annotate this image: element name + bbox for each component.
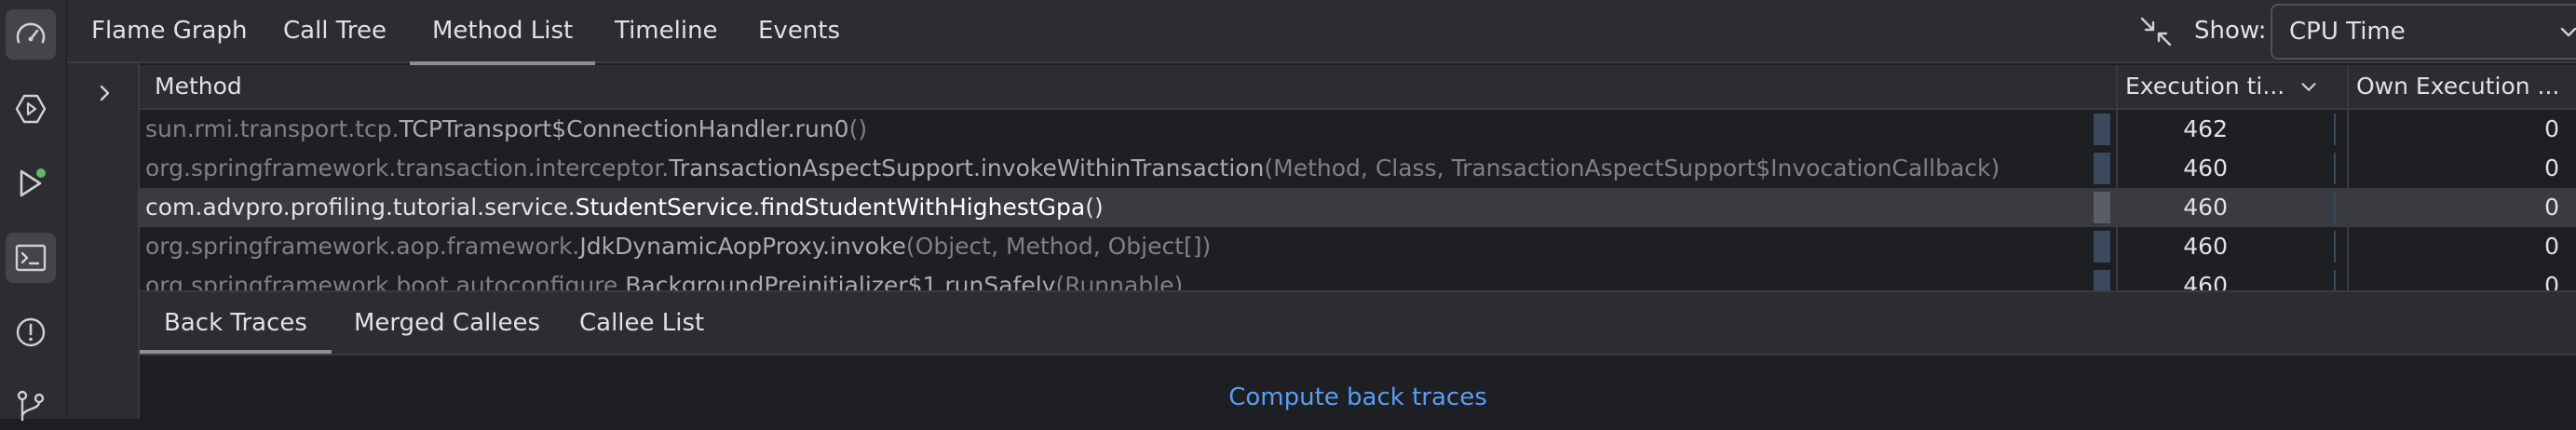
speedometer-icon: [16, 22, 46, 44]
tab-events[interactable]: Events: [758, 0, 840, 63]
method-name: sun.rmi.transport.tcp.TCPTransport$Conne…: [145, 110, 867, 149]
table-row[interactable]: sun.rmi.transport.tcp.TCPTransport$Conne…: [140, 110, 2576, 149]
own-time-bar: [2334, 270, 2336, 290]
method-args: (Object, Method, Object[]): [905, 233, 1212, 260]
left-gutter: [67, 63, 140, 419]
tab-method-list[interactable]: Method List: [409, 0, 596, 65]
back-traces-panel: Compute back traces: [140, 356, 2576, 419]
run-configuration-icon: [15, 94, 47, 124]
column-header-own-execution-time[interactable]: Own Execution ...: [2356, 65, 2576, 108]
execution-time-value: 460: [2183, 194, 2228, 221]
git-button[interactable]: [6, 380, 56, 430]
chevron-down-icon: [2560, 27, 2576, 37]
package-name: org.springframework.aop.framework.: [145, 233, 580, 260]
show-select-value: CPU Time: [2289, 18, 2406, 46]
table-header: Method Execution ti... Own Execution ...: [140, 65, 2576, 110]
method-name: com.advpro.profiling.tutorial.service.St…: [145, 188, 1104, 227]
class-method-name: TransactionAspectSupport.invokeWithinTra…: [669, 155, 1265, 181]
run-with-badge-icon: [20, 168, 46, 197]
class-method-name: JdkDynamicAopProxy.invoke: [579, 233, 906, 260]
own-execution-time-value: 0: [2544, 272, 2559, 290]
execution-time-value: 460: [2183, 155, 2228, 181]
table-row-selected[interactable]: com.advpro.profiling.tutorial.service.St…: [140, 188, 2576, 227]
table-row[interactable]: org.springframework.boot.autoconfigure.B…: [140, 266, 2576, 290]
execution-time-bar: [2094, 270, 2110, 290]
execution-time-bar: [2094, 231, 2110, 262]
method-name: org.springframework.aop.framework.JdkDyn…: [145, 227, 1211, 266]
execution-time-bar: [2094, 153, 2110, 184]
execution-time-bar: [2094, 114, 2110, 145]
own-time-bar: [2334, 114, 2336, 145]
profiler-button[interactable]: [6, 9, 56, 60]
collapse-arrows-icon[interactable]: [2138, 13, 2176, 50]
method-args: (Runnable): [1055, 272, 1184, 290]
services-button[interactable]: [6, 84, 56, 134]
problems-icon: [16, 317, 46, 347]
table-row[interactable]: org.springframework.aop.framework.JdkDyn…: [140, 227, 2576, 266]
method-list-table: Method Execution ti... Own Execution ...…: [140, 65, 2576, 290]
own-execution-time-value: 0: [2544, 194, 2559, 221]
method-args: (): [848, 115, 868, 142]
show-label: Show:: [2194, 17, 2267, 45]
method-name: org.springframework.boot.autoconfigure.B…: [145, 266, 1183, 290]
class-method-name: BackgroundPreinitializer$1.runSafely: [625, 272, 1056, 290]
package-name: sun.rmi.transport.tcp.: [145, 115, 400, 142]
show-metric-select[interactable]: CPU Time: [2271, 4, 2576, 60]
execution-time-value: 460: [2183, 272, 2228, 290]
method-args: (Method, Class, TransactionAspectSupport…: [1264, 155, 2000, 181]
tab-back-traces[interactable]: Back Traces: [140, 292, 332, 354]
terminal-button[interactable]: [6, 233, 56, 283]
own-time-bar: [2334, 192, 2336, 223]
details-tabs: Back Traces Merged Callees Callee List: [140, 290, 2576, 356]
tab-flame-graph[interactable]: Flame Graph: [91, 0, 247, 63]
method-name: org.springframework.transaction.intercep…: [145, 149, 2000, 188]
package-name: org.springframework.boot.autoconfigure.: [145, 272, 626, 290]
column-header-method[interactable]: Method: [155, 65, 242, 108]
git-icon: [17, 390, 45, 421]
tab-call-tree[interactable]: Call Tree: [283, 0, 386, 63]
terminal-icon: [15, 244, 47, 272]
problems-button[interactable]: [6, 307, 56, 357]
execution-time-value: 460: [2183, 233, 2228, 260]
table-row[interactable]: org.springframework.transaction.intercep…: [140, 149, 2576, 188]
compute-back-traces-link[interactable]: Compute back traces: [140, 383, 2576, 411]
own-execution-time-value: 0: [2544, 155, 2559, 181]
own-execution-time-value: 0: [2544, 233, 2559, 260]
method-args: (): [1085, 194, 1104, 221]
tab-timeline[interactable]: Timeline: [615, 0, 718, 63]
run-button[interactable]: [6, 158, 56, 208]
chevron-right-icon[interactable]: [93, 82, 115, 104]
own-time-bar: [2334, 153, 2336, 184]
execution-time-bar: [2094, 192, 2110, 223]
column-header-execution-time[interactable]: Execution ti...: [2125, 65, 2293, 108]
package-name: org.springframework.transaction.intercep…: [145, 155, 670, 181]
own-time-bar: [2334, 231, 2336, 262]
own-execution-time-value: 0: [2544, 115, 2559, 142]
tab-merged-callees[interactable]: Merged Callees: [354, 292, 540, 354]
class-method-name: StudentService.findStudentWithHighestGpa: [575, 194, 1086, 221]
class-method-name: TCPTransport$ConnectionHandler.run0: [399, 115, 849, 142]
tab-callee-list[interactable]: Callee List: [579, 292, 704, 354]
package-name: com.advpro.profiling.tutorial.service.: [145, 194, 576, 221]
tool-window-strip: [0, 0, 67, 421]
sort-descending-icon[interactable]: [2298, 76, 2319, 97]
execution-time-value: 462: [2183, 115, 2228, 142]
